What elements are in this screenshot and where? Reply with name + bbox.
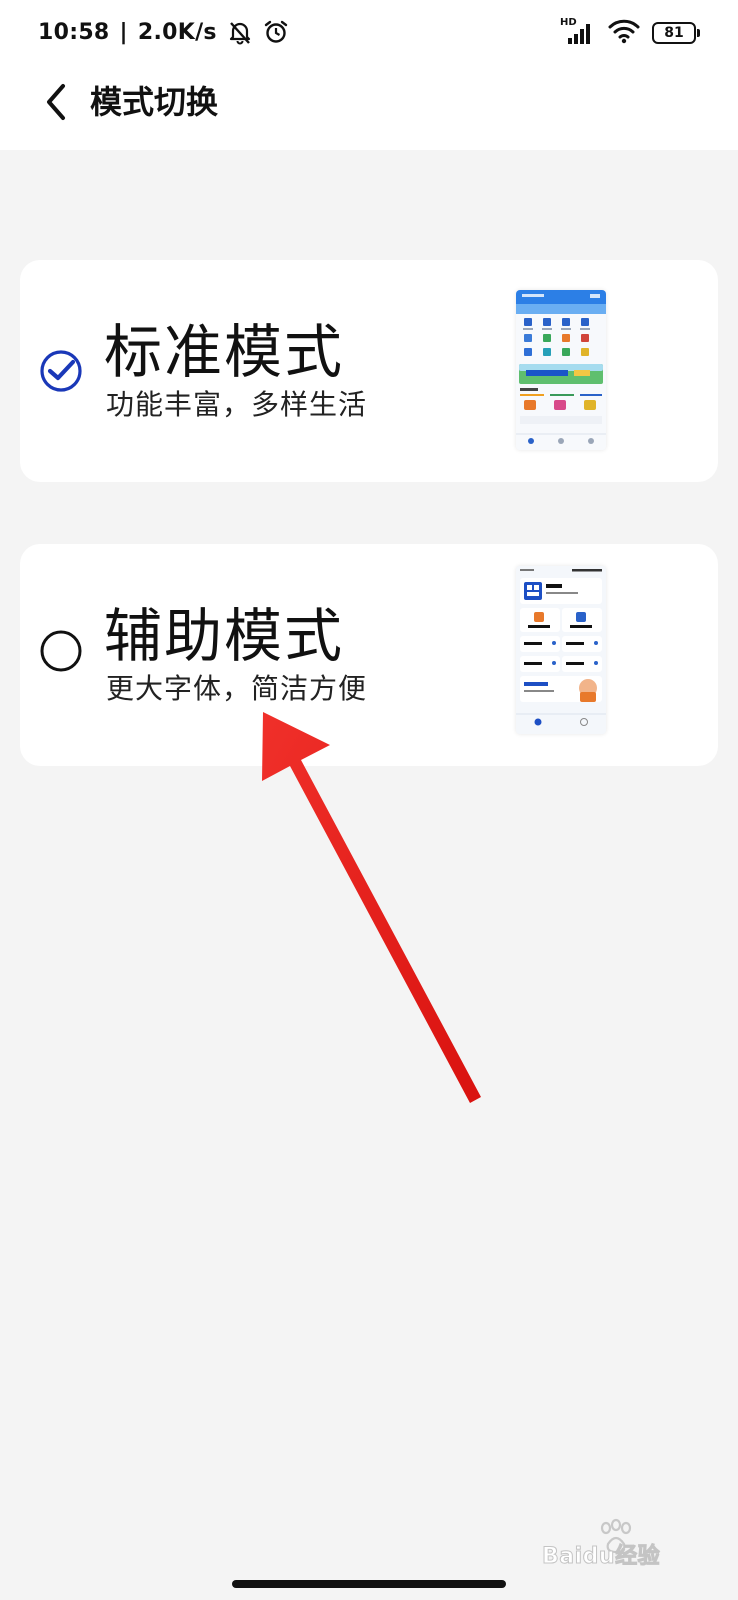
home-indicator[interactable]: [232, 1580, 506, 1588]
unchecked-radio-icon[interactable]: [40, 630, 82, 672]
assist-mode-preview-image: [516, 566, 606, 734]
standard-mode-title: 标准模式: [104, 318, 345, 386]
chevron-left-icon: [47, 84, 65, 120]
status-net-speed: 2.0K/s: [137, 19, 217, 45]
status-right: HD 81: [560, 17, 700, 48]
status-bar: 10:58 | 2.0K/s HD 81: [0, 0, 738, 62]
standard-mode-preview-image: [516, 290, 606, 450]
page-title: 模式切换: [90, 83, 219, 121]
watermark-text: Baidu经验: [541, 1544, 661, 1570]
status-separator: |: [119, 19, 128, 45]
checked-radio-icon[interactable]: [40, 350, 82, 392]
standard-mode-card[interactable]: 标准模式 功能丰富，多样生活: [20, 260, 718, 482]
assist-mode-card[interactable]: 辅助模式 更大字体，简洁方便: [20, 544, 718, 766]
back-button[interactable]: [34, 80, 78, 124]
standard-mode-description: 功能丰富，多样生活: [106, 388, 368, 421]
status-time: 10:58: [38, 19, 110, 45]
wifi-icon: [608, 18, 640, 48]
alarm-clock-icon: [263, 19, 289, 45]
battery-icon: 81: [652, 22, 700, 44]
status-left: 10:58 | 2.0K/s: [38, 16, 289, 48]
assist-mode-description: 更大字体，简洁方便: [106, 672, 368, 705]
baidu-jingyan-watermark: Baidu经验: [538, 1514, 698, 1570]
header: 模式切换: [0, 62, 738, 150]
bell-muted-icon: [227, 19, 253, 45]
red-arrow-annotation: [262, 712, 481, 1103]
battery-level: 81: [664, 25, 684, 41]
hd-signal-icon: HD: [560, 17, 596, 46]
assist-mode-title: 辅助模式: [104, 602, 345, 670]
